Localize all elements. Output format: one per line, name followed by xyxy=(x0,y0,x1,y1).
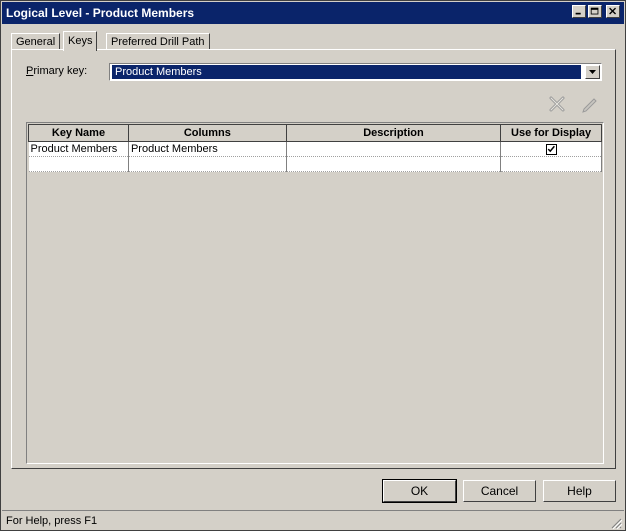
minimize-button[interactable] xyxy=(572,5,586,18)
ok-button-label: OK xyxy=(410,484,429,498)
tab-label: General xyxy=(16,36,56,48)
chevron-down-icon xyxy=(589,70,596,74)
primary-key-value: Product Members xyxy=(111,64,582,80)
cell-empty[interactable] xyxy=(286,156,502,172)
tab-preferred-drill-path[interactable]: Preferred Drill Path xyxy=(106,33,210,50)
column-header-key-name[interactable]: Key Name xyxy=(28,124,129,142)
delete-icon[interactable] xyxy=(548,95,566,113)
table-row[interactable]: Product Members Product Members xyxy=(28,141,602,157)
primary-key-select[interactable]: Product Members xyxy=(109,63,602,81)
resize-grip-icon[interactable] xyxy=(610,517,622,529)
status-bar: For Help, press F1 xyxy=(2,510,624,531)
cancel-button-label: Cancel xyxy=(480,484,519,498)
column-header-description[interactable]: Description xyxy=(285,124,502,142)
maximize-icon xyxy=(590,7,599,15)
dropdown-button[interactable] xyxy=(585,65,600,79)
table-row-empty[interactable] xyxy=(28,156,602,172)
cell-columns[interactable]: Product Members xyxy=(128,141,287,157)
ok-button[interactable]: OK xyxy=(382,479,457,503)
cell-empty[interactable] xyxy=(500,156,602,172)
column-header-columns[interactable]: Columns xyxy=(127,124,287,142)
tab-label: Keys xyxy=(68,35,93,47)
keys-table: Key Name Columns Description Use for Dis… xyxy=(28,124,602,172)
cancel-button[interactable]: Cancel xyxy=(463,480,536,502)
cell-use-for-display[interactable] xyxy=(500,141,602,157)
primary-key-label: Primary key: xyxy=(26,65,87,77)
dialog-window: Logical Level - Product Members General … xyxy=(0,0,626,531)
pencil-edit-icon[interactable] xyxy=(580,95,598,113)
title-bar[interactable]: Logical Level - Product Members xyxy=(2,2,624,24)
tab-general[interactable]: General xyxy=(11,33,61,50)
tab-label: Preferred Drill Path xyxy=(111,36,205,48)
status-text: For Help, press F1 xyxy=(6,515,98,527)
column-header-use-for-display[interactable]: Use for Display xyxy=(500,124,602,142)
window-title: Logical Level - Product Members xyxy=(6,6,195,20)
tab-keys[interactable]: Keys xyxy=(63,31,98,51)
cell-empty[interactable] xyxy=(28,156,129,172)
help-button[interactable]: Help xyxy=(543,480,616,502)
cell-empty[interactable] xyxy=(128,156,287,172)
cell-description[interactable] xyxy=(286,141,502,157)
table-header-row: Key Name Columns Description Use for Dis… xyxy=(28,124,602,142)
cell-key-name[interactable]: Product Members xyxy=(28,141,129,157)
keys-grid[interactable]: Key Name Columns Description Use for Dis… xyxy=(26,122,604,464)
help-button-label: Help xyxy=(567,484,592,498)
use-for-display-checkbox[interactable] xyxy=(545,143,557,155)
close-icon xyxy=(609,7,617,15)
checkmark-icon xyxy=(547,145,555,152)
window-controls xyxy=(572,5,620,18)
maximize-button[interactable] xyxy=(588,5,602,18)
primary-key-label-text: rimary key: xyxy=(33,65,88,77)
minimize-icon xyxy=(575,12,581,15)
close-button[interactable] xyxy=(606,5,620,18)
